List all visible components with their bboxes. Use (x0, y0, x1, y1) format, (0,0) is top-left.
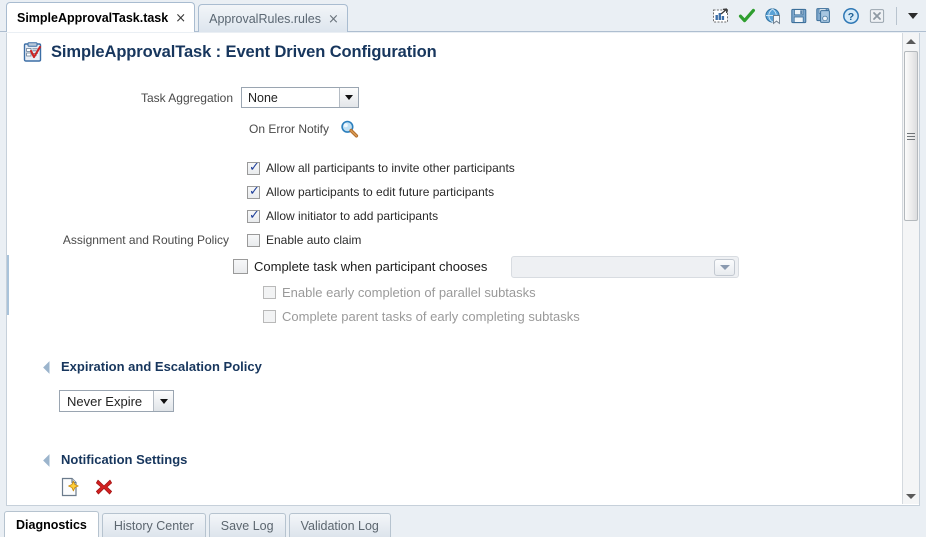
close-icon[interactable]: × (328, 13, 339, 26)
section-header-notification[interactable]: Notification Settings (43, 452, 188, 467)
section-title: Notification Settings (61, 452, 188, 467)
tab-label: History Center (113, 518, 194, 533)
tab-label: Save Log (220, 518, 274, 533)
checkbox-complete-task-when-chooses[interactable]: Complete task when participant chooses (233, 259, 487, 274)
checkbox-box[interactable]: ✓ (247, 183, 260, 199)
scroll-up-icon[interactable] (903, 33, 919, 49)
checkbox-enable-early-completion[interactable]: Enable early completion of parallel subt… (263, 285, 536, 300)
tab-label: Diagnostics (16, 517, 87, 532)
task-aggregation-label: Task Aggregation (140, 90, 233, 105)
checkbox-label: Enable auto claim (266, 233, 362, 247)
document-tab-label: ApprovalRules.rules (209, 11, 321, 26)
checkbox-box[interactable]: ✓ (247, 207, 260, 223)
section-header-expiration[interactable]: Expiration and Escalation Policy (43, 359, 262, 374)
tab-label: Validation Log (300, 518, 379, 533)
assignment-routing-policy-label: Assignment and Routing Policy (62, 233, 229, 247)
overflow-chevron-icon[interactable] (906, 6, 920, 26)
page-title: SimpleApprovalTask : Event Driven Config… (23, 42, 437, 62)
page-title-text: SimpleApprovalTask : Event Driven Config… (51, 42, 437, 61)
left-accent-bar (7, 255, 9, 315)
save-all-icon[interactable] (815, 6, 835, 26)
tab-validation-log[interactable]: Validation Log (288, 513, 391, 537)
checkbox-label: Allow participants to edit future partic… (266, 185, 495, 199)
save-icon[interactable] (789, 6, 809, 26)
on-error-notify-row: On Error Notify (7, 119, 359, 139)
checkbox-label: Complete task when participant chooses (254, 259, 488, 274)
chevron-down-icon[interactable] (339, 88, 358, 107)
task-aggregation-row: Task Aggregation None (7, 87, 359, 108)
deploy-icon[interactable] (711, 6, 731, 26)
document-tabs: SimpleApprovalTask.task × ApprovalRules.… (6, 2, 351, 32)
checkbox-box[interactable] (263, 286, 276, 299)
help-icon[interactable]: ? (841, 6, 861, 26)
complete-task-choice-select[interactable] (511, 256, 739, 278)
assignment-routing-policy-label-row: Assignment and Routing Policy (7, 233, 229, 247)
delete-notification-icon[interactable] (94, 477, 114, 497)
tab-save-log[interactable]: Save Log (208, 513, 286, 537)
chevron-down-icon[interactable] (714, 258, 735, 276)
tab-history-center[interactable]: History Center (101, 513, 206, 537)
expiration-value: Never Expire (67, 393, 143, 409)
checkbox-label: Allow initiator to add participants (266, 209, 439, 223)
disclosure-triangle-icon[interactable] (43, 454, 56, 467)
task-aggregation-value: None (248, 90, 278, 105)
on-error-notify-label: On Error Notify (248, 122, 329, 136)
application-window: SimpleApprovalTask.task × ApprovalRules.… (0, 0, 926, 537)
scrollbar-grip (907, 131, 915, 142)
notification-actions (60, 477, 114, 497)
checkbox-box[interactable] (233, 259, 248, 274)
vertical-scrollbar[interactable] (902, 33, 919, 504)
scrollbar-thumb[interactable] (904, 51, 918, 221)
check-icon: ✓ (249, 183, 260, 199)
document-tab-simpleapprovaltask[interactable]: SimpleApprovalTask.task × (6, 2, 196, 32)
checkbox-enable-auto-claim[interactable]: Enable auto claim (247, 233, 361, 247)
search-magnifier-icon[interactable] (339, 119, 359, 139)
checkbox-label: Enable early completion of parallel subt… (282, 285, 536, 300)
document-tab-strip: SimpleApprovalTask.task × ApprovalRules.… (0, 0, 926, 32)
tab-diagnostics[interactable]: Diagnostics (4, 511, 99, 537)
task-clipboard-icon (23, 42, 42, 62)
validate-checkmark-icon[interactable] (737, 6, 757, 26)
disclosure-triangle-icon[interactable] (43, 361, 56, 374)
document-tab-approvalrules[interactable]: ApprovalRules.rules × (198, 4, 348, 32)
expiration-select[interactable]: Never Expire (59, 390, 174, 412)
checkbox-label: Complete parent tasks of early completin… (282, 309, 580, 324)
checkbox-box[interactable] (247, 233, 260, 247)
globe-bookmark-icon[interactable] (763, 6, 783, 26)
add-notification-icon[interactable] (60, 477, 80, 497)
chevron-down-icon[interactable] (153, 391, 173, 411)
scroll-down-icon[interactable] (903, 488, 919, 504)
editor-panel: SimpleApprovalTask : Event Driven Config… (6, 33, 920, 506)
checkbox-complete-parent-tasks[interactable]: Complete parent tasks of early completin… (263, 309, 580, 324)
checkbox-box[interactable]: ✓ (247, 159, 260, 175)
checkbox-box[interactable] (263, 310, 276, 323)
check-icon: ✓ (249, 207, 260, 223)
checkbox-allow-all-invite[interactable]: ✓ Allow all participants to invite other… (247, 161, 515, 175)
svg-text:?: ? (848, 11, 854, 23)
close-icon[interactable] (867, 6, 887, 26)
toolbar-separator (896, 7, 897, 25)
check-icon: ✓ (249, 159, 260, 175)
editor-toolbar: ? (711, 3, 920, 29)
checkbox-allow-edit-future[interactable]: ✓ Allow participants to edit future part… (247, 185, 494, 199)
section-title: Expiration and Escalation Policy (61, 359, 262, 374)
task-aggregation-select[interactable]: None (241, 87, 359, 108)
close-icon[interactable]: × (175, 12, 186, 25)
bottom-tab-strip: Diagnostics History Center Save Log Vali… (0, 506, 926, 537)
checkbox-label: Allow all participants to invite other p… (266, 161, 515, 175)
document-tab-label: SimpleApprovalTask.task (17, 10, 169, 25)
checkbox-allow-initiator-add[interactable]: ✓ Allow initiator to add participants (247, 209, 438, 223)
